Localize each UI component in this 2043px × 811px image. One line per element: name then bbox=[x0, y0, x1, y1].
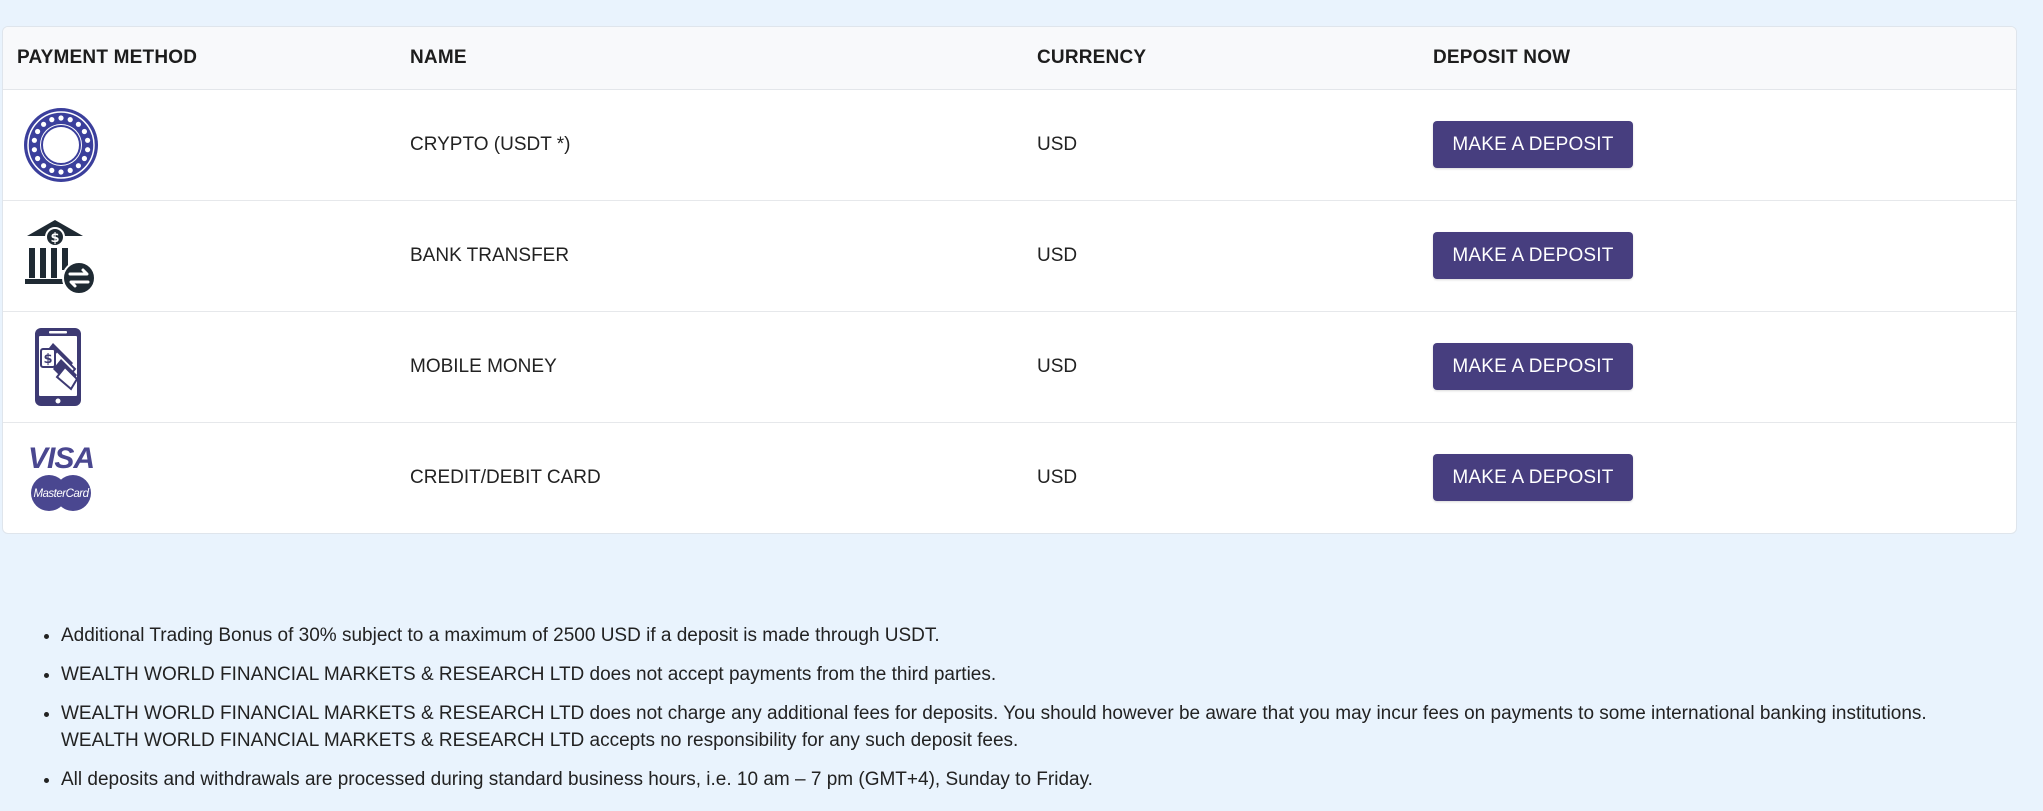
table-header: PAYMENT METHOD NAME CURRENCY DEPOSIT NOW bbox=[3, 27, 2016, 90]
header-name: NAME bbox=[397, 27, 1023, 90]
payment-name-cell: CREDIT/DEBIT CARD bbox=[410, 466, 601, 488]
deposit-cell: MAKE A DEPOSIT bbox=[1419, 200, 2016, 311]
payment-method-cell bbox=[3, 89, 397, 200]
currency-cell: USD bbox=[1037, 355, 1078, 377]
payment-method-cell: VISA MasterCard bbox=[3, 422, 397, 533]
currency-cell: USD bbox=[1037, 244, 1078, 266]
header-currency: CURRENCY bbox=[1023, 27, 1419, 90]
currency-cell: USD bbox=[1037, 466, 1078, 488]
currency-cell: USD bbox=[1037, 133, 1078, 155]
payment-name-cell: CRYPTO (USDT *) bbox=[410, 133, 571, 155]
payment-method-cell: $ bbox=[3, 200, 397, 311]
deposit-notes-list: Additional Trading Bonus of 30% subject … bbox=[0, 622, 2043, 805]
mastercard-logo-text: MasterCard bbox=[33, 488, 89, 500]
make-deposit-button-mobile-money[interactable]: MAKE A DEPOSIT bbox=[1433, 343, 1633, 390]
table-row-credit-debit-card: VISA MasterCard CREDIT/DEBIT CARD USD MA… bbox=[3, 422, 2016, 533]
table-row-bank-transfer: $ BANK TRANSFER USD MAKE A DEPOSIT bbox=[3, 200, 2016, 311]
visa-logo-text: VISA bbox=[28, 442, 94, 475]
mobile-money-icon: $ bbox=[35, 327, 81, 406]
list-item: All deposits and withdrawals are process… bbox=[61, 766, 2043, 793]
deposit-cell: MAKE A DEPOSIT bbox=[1419, 311, 2016, 422]
table-row-mobile-money: $ MOBILE MONEY USD MAKE A DEPOSIT bbox=[3, 311, 2016, 422]
payment-method-cell: $ bbox=[3, 311, 397, 422]
payment-table: PAYMENT METHOD NAME CURRENCY DEPOSIT NOW bbox=[3, 27, 2016, 533]
header-row: PAYMENT METHOD NAME CURRENCY DEPOSIT NOW bbox=[3, 27, 2016, 90]
table-row-crypto: CRYPTO (USDT *) USD MAKE A DEPOSIT bbox=[3, 89, 2016, 200]
header-payment-method: PAYMENT METHOD bbox=[3, 27, 397, 90]
payment-name-cell: MOBILE MONEY bbox=[410, 355, 557, 377]
make-deposit-button-bank-transfer[interactable]: MAKE A DEPOSIT bbox=[1433, 232, 1633, 279]
bank-transfer-icon: $ bbox=[25, 219, 96, 295]
make-deposit-button-crypto[interactable]: MAKE A DEPOSIT bbox=[1433, 121, 1633, 168]
deposit-cell: MAKE A DEPOSIT bbox=[1419, 422, 2016, 533]
list-item: Additional Trading Bonus of 30% subject … bbox=[61, 622, 2043, 649]
deposit-cell: MAKE A DEPOSIT bbox=[1419, 89, 2016, 200]
list-item: WEALTH WORLD FINANCIAL MARKETS & RESEARC… bbox=[61, 661, 2043, 688]
svg-text:$: $ bbox=[43, 352, 52, 367]
payment-methods-table: PAYMENT METHOD NAME CURRENCY DEPOSIT NOW bbox=[2, 26, 2017, 534]
visa-mastercard-icon: VISA MasterCard bbox=[28, 442, 95, 511]
header-deposit-now: DEPOSIT NOW bbox=[1419, 27, 2016, 90]
list-item: WEALTH WORLD FINANCIAL MARKETS & RESEARC… bbox=[61, 700, 2043, 754]
payment-name-cell: BANK TRANSFER bbox=[410, 244, 570, 266]
table-body: CRYPTO (USDT *) USD MAKE A DEPOSIT $ BAN… bbox=[3, 89, 2016, 533]
svg-text:$: $ bbox=[50, 231, 59, 246]
crypto-coin-icon bbox=[24, 107, 98, 182]
make-deposit-button-card[interactable]: MAKE A DEPOSIT bbox=[1433, 454, 1633, 502]
